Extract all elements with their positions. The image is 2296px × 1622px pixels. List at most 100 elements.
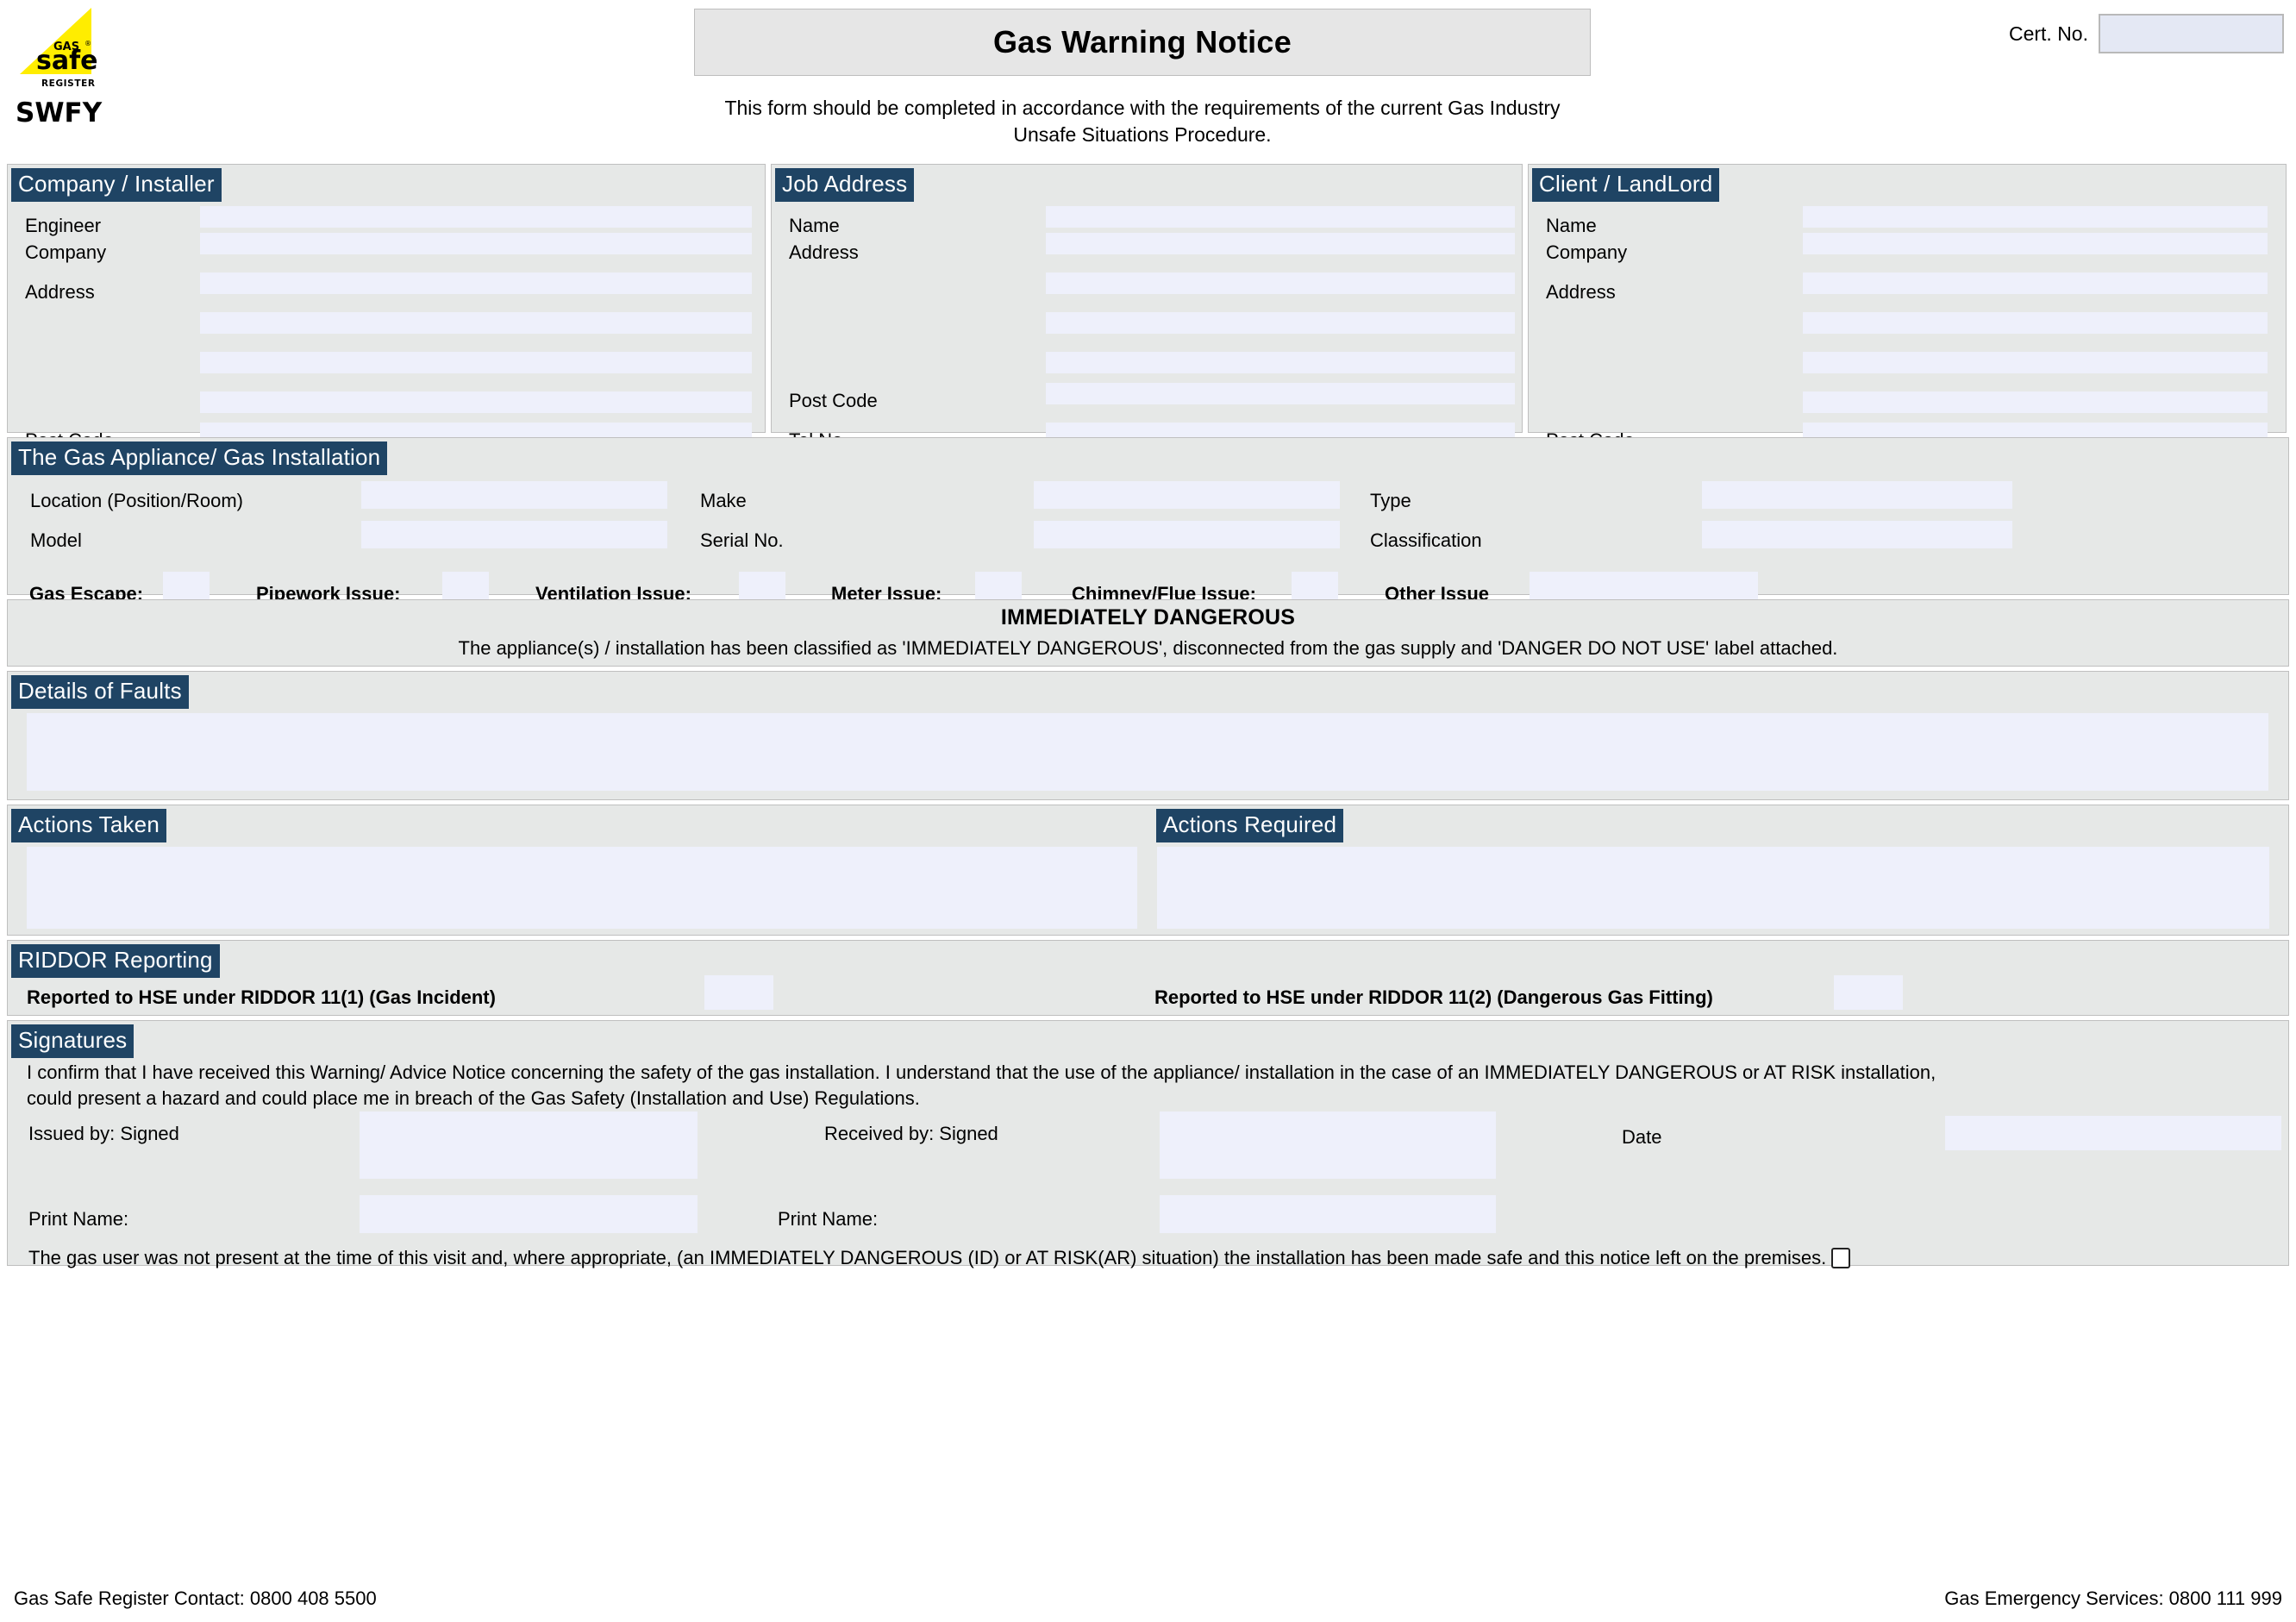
- appliance-label-make: Make: [700, 490, 747, 511]
- gas-user-not-present-text: The gas user was not present at the time…: [28, 1247, 1827, 1268]
- details-of-faults-panel: Details of Faults: [7, 671, 2289, 800]
- classification-banner: IMMEDIATELY DANGEROUS The appliance(s) /…: [7, 599, 2289, 667]
- actions-panel: Actions Taken Actions Required: [7, 805, 2289, 936]
- actions-taken-section-title: Actions Taken: [11, 809, 166, 842]
- ci-label-engineer: Engineer: [25, 215, 102, 236]
- ja-label-name: Name: [789, 215, 840, 236]
- ja-label-post-code: Post Code: [789, 390, 878, 411]
- appliance-input-model[interactable]: [361, 521, 667, 548]
- svg-text:safe: safe: [36, 46, 98, 76]
- appliance-label-model: Model: [30, 529, 82, 551]
- footer-gas-safe-contact: Gas Safe Register Contact: 0800 408 5500: [14, 1588, 377, 1609]
- job-address-panel: Job Address Name Address Post Code Tel N…: [771, 164, 1523, 451]
- appliance-label-serial-no: Serial No.: [700, 529, 784, 551]
- gas-safe-register-icon: GAS safe ® REGISTER: [20, 8, 98, 89]
- cl-input-address-1[interactable]: [1803, 272, 2268, 294]
- ja-input-address-2[interactable]: [1046, 272, 1515, 294]
- riddor-label-11-1: Reported to HSE under RIDDOR 11(1) (Gas …: [27, 986, 496, 1008]
- issued-print-name-input[interactable]: [360, 1195, 698, 1233]
- signatures-section-title: Signatures: [11, 1024, 135, 1058]
- ci-label-company: Company: [25, 241, 107, 263]
- ja-input-name[interactable]: [1046, 206, 1515, 228]
- received-print-name-input[interactable]: [1160, 1195, 1496, 1233]
- company-mark: SWFY: [16, 97, 103, 128]
- gas-appliance-panel: The Gas Appliance/ Gas Installation Loca…: [7, 437, 2289, 604]
- riddor-input-11-2[interactable]: [1834, 975, 1903, 1010]
- ja-input-post-code[interactable]: [1046, 383, 1515, 404]
- cert-no-group: Cert. No.: [2009, 14, 2284, 53]
- received-print-name-label: Print Name:: [778, 1208, 879, 1230]
- parties-row: Company / Installer Engineer Company Add…: [7, 164, 2289, 570]
- ci-label-address: Address: [25, 281, 95, 303]
- riddor-reporting-panel: RIDDOR Reporting Reported to HSE under R…: [7, 940, 2289, 1016]
- footer-gas-emergency-contact: Gas Emergency Services: 0800 111 999: [1944, 1588, 2282, 1609]
- ci-input-address-4[interactable]: [200, 391, 752, 413]
- cl-input-address-4[interactable]: [1803, 391, 2268, 413]
- ci-input-address-1[interactable]: [200, 272, 752, 294]
- gas-safe-logo: GAS safe ® REGISTER SWFY: [16, 5, 110, 127]
- issued-by-label: Issued by: Signed: [28, 1123, 179, 1144]
- svg-text:®: ®: [84, 40, 91, 47]
- page-footer: Gas Safe Register Contact: 0800 408 5500…: [0, 1588, 2296, 1613]
- appliance-label-location: Location (Position/Room): [30, 490, 244, 511]
- cert-no-label: Cert. No.: [2008, 22, 2088, 45]
- appliance-label-classification: Classification: [1370, 529, 1482, 551]
- cl-input-company[interactable]: [1803, 233, 2268, 254]
- svg-text:REGISTER: REGISTER: [41, 78, 96, 89]
- page-subtitle: This form should be completed in accorda…: [694, 95, 1591, 147]
- company-installer-panel: Company / Installer Engineer Company Add…: [7, 164, 766, 570]
- ci-input-engineer[interactable]: [200, 206, 752, 228]
- subtitle-line-1: This form should be completed in accorda…: [724, 97, 1561, 119]
- client-landlord-section-title: Client / LandLord: [1532, 168, 1720, 202]
- cl-input-address-3[interactable]: [1803, 352, 2268, 373]
- riddor-input-11-1[interactable]: [704, 975, 773, 1010]
- cl-label-address: Address: [1546, 281, 1616, 303]
- appliance-section-title: The Gas Appliance/ Gas Installation: [11, 442, 388, 475]
- actions-required-textarea[interactable]: [1157, 847, 2269, 929]
- cl-input-address-2[interactable]: [1803, 312, 2268, 334]
- riddor-label-11-2: Reported to HSE under RIDDOR 11(2) (Dang…: [1154, 986, 1713, 1008]
- classification-description: The appliance(s) / installation has been…: [458, 637, 1838, 659]
- gas-user-not-present-checkbox[interactable]: [1831, 1248, 1851, 1268]
- appliance-input-type[interactable]: [1702, 481, 2012, 509]
- appliance-input-location[interactable]: [361, 481, 667, 509]
- signature-declaration-line-1: I confirm that I have received this Warn…: [27, 1062, 1936, 1083]
- signature-declaration: I confirm that I have received this Warn…: [27, 1060, 1936, 1111]
- appliance-label-type: Type: [1370, 490, 1411, 511]
- cl-label-company: Company: [1546, 241, 1628, 263]
- page-header: GAS safe ® REGISTER SWFY Gas Warning Not…: [0, 0, 2296, 164]
- ja-label-address: Address: [789, 241, 859, 263]
- client-landlord-panel: Client / LandLord Name Company Address P…: [1528, 164, 2287, 530]
- issued-by-signature-input[interactable]: [360, 1112, 698, 1179]
- subtitle-line-2: Unsafe Situations Procedure.: [1013, 122, 1272, 146]
- cl-input-name[interactable]: [1803, 206, 2268, 228]
- ci-input-address-3[interactable]: [200, 352, 752, 373]
- actions-required-section-title: Actions Required: [1156, 809, 1344, 842]
- page-title: Gas Warning Notice: [992, 24, 1292, 59]
- ci-input-company[interactable]: [200, 233, 752, 254]
- cert-no-input[interactable]: [2099, 14, 2284, 53]
- signatures-panel: Signatures I confirm that I have receive…: [7, 1020, 2289, 1269]
- received-by-signature-input[interactable]: [1160, 1112, 1496, 1179]
- details-of-faults-textarea[interactable]: [27, 713, 2268, 791]
- job-address-section-title: Job Address: [775, 168, 915, 202]
- riddor-section-title: RIDDOR Reporting: [11, 944, 220, 978]
- appliance-input-make[interactable]: [1034, 481, 1340, 509]
- ci-input-address-2[interactable]: [200, 312, 752, 334]
- appliance-input-classification[interactable]: [1702, 521, 2012, 548]
- signature-date-label: Date: [1622, 1126, 1662, 1148]
- classification-heading: IMMEDIATELY DANGEROUS: [1000, 605, 1296, 629]
- actions-taken-textarea[interactable]: [27, 847, 1137, 929]
- received-by-label: Received by: Signed: [824, 1123, 998, 1144]
- ja-input-address-3[interactable]: [1046, 312, 1515, 334]
- signature-date-input[interactable]: [1945, 1116, 2281, 1150]
- signature-declaration-line-2: could present a hazard and could place m…: [27, 1087, 920, 1109]
- cl-label-name: Name: [1546, 215, 1597, 236]
- ja-input-address-4[interactable]: [1046, 352, 1515, 373]
- details-of-faults-section-title: Details of Faults: [11, 675, 189, 709]
- company-installer-section-title: Company / Installer: [11, 168, 222, 202]
- appliance-input-serial-no[interactable]: [1034, 521, 1340, 548]
- gas-user-not-present-row: The gas user was not present at the time…: [28, 1247, 1851, 1269]
- ja-input-address-1[interactable]: [1046, 233, 1515, 254]
- page-title-box: Gas Warning Notice: [694, 9, 1591, 76]
